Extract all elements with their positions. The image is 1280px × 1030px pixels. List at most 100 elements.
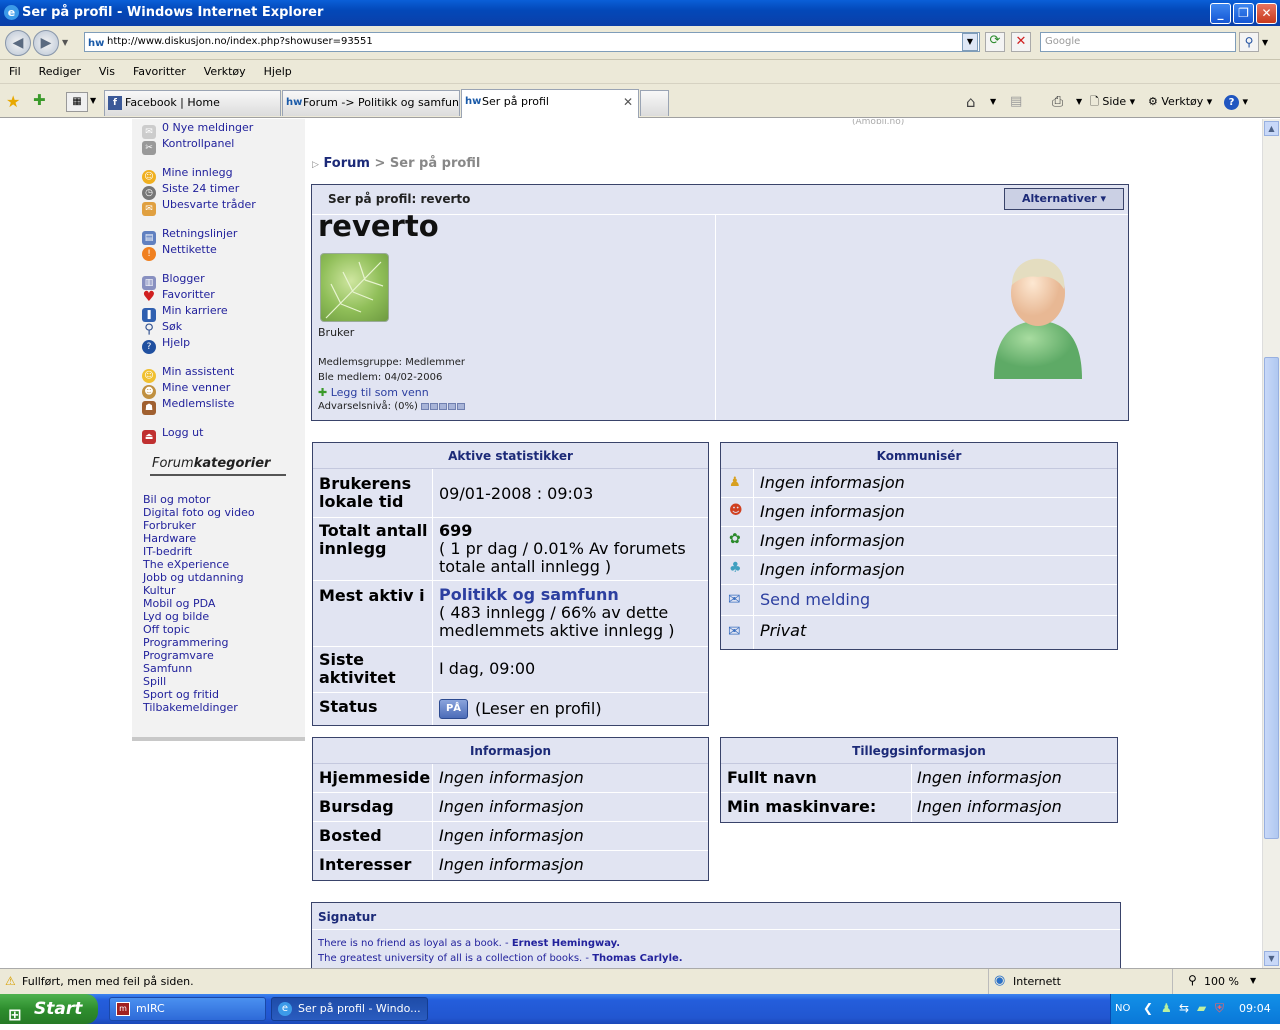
category-link[interactable]: Lyd og bilde (143, 610, 209, 623)
category-link[interactable]: Spill (143, 675, 166, 688)
sidebar-link-help[interactable]: ? Hjelp (142, 335, 190, 354)
feeds-icon[interactable]: ▤ (1010, 90, 1022, 114)
private-message-link[interactable]: Privat (760, 622, 806, 640)
category-link[interactable]: The eXperience (143, 558, 229, 571)
stats-label: Mest aktiv i (319, 586, 425, 605)
new-tab-button[interactable] (640, 90, 669, 116)
sidebar-link-memberlist[interactable]: ☗ Medlemsliste (142, 396, 234, 415)
tab-close-icon[interactable]: ✕ (623, 90, 633, 114)
info-row: Bursdag Ingen informasjon (313, 793, 708, 822)
stats-label: Siste aktivitet (319, 650, 396, 687)
home-icon[interactable]: ⌂ (966, 90, 976, 114)
print-dropdown-icon[interactable]: ▼ (1076, 90, 1082, 114)
stats-row: Siste aktivitet I dag, 09:00 (313, 647, 708, 693)
messenger-icon[interactable]: ♟ (1161, 1001, 1172, 1015)
category-link[interactable]: Digital foto og video (143, 506, 255, 519)
minimize-button[interactable]: _ (1210, 3, 1231, 24)
quick-tabs-icon[interactable]: ▦ (66, 92, 88, 112)
menu-edit[interactable]: Rediger (30, 60, 90, 83)
search-input[interactable]: Google (1040, 32, 1236, 52)
options-button[interactable]: Alternativer ▾ (1004, 188, 1124, 210)
refresh-icon[interactable]: ⟳ (985, 32, 1005, 52)
menu-view[interactable]: Vis (90, 60, 124, 83)
address-input[interactable]: hw http://www.diskusjon.no/index.php?sho… (84, 32, 980, 52)
category-link[interactable]: Off topic (143, 623, 190, 636)
scroll-up-icon[interactable]: ▲ (1264, 121, 1279, 136)
menu-favorites[interactable]: Favoritter (124, 60, 195, 83)
sidebar-link-label: Blogger (162, 272, 205, 285)
tray-expand-icon[interactable]: ❮ (1143, 1001, 1153, 1015)
address-dropdown-icon[interactable]: ▼ (962, 33, 978, 51)
scrollbar-thumb[interactable] (1264, 357, 1279, 839)
stop-icon[interactable]: ✕ (1011, 32, 1031, 52)
category-link[interactable]: Samfunn (143, 662, 192, 675)
search-icon[interactable]: ⚲ (1239, 32, 1259, 52)
zoom-level[interactable]: 100 % (1204, 975, 1239, 988)
sidebar-link-unanswered[interactable]: ✉ Ubesvarte tråder (142, 197, 256, 216)
category-link[interactable]: Hardware (143, 532, 196, 545)
category-link[interactable]: Sport og fritid (143, 688, 219, 701)
scroll-down-icon[interactable]: ▼ (1264, 951, 1279, 966)
sidebar-link-logout[interactable]: ⏏ Logg ut (142, 425, 203, 444)
add-favorite-icon[interactable]: ✚ (33, 91, 46, 109)
info-value: Ingen informasjon (439, 855, 584, 874)
category-link[interactable]: Kultur (143, 584, 176, 597)
menu-help[interactable]: Hjelp (255, 60, 301, 83)
clock[interactable]: 09:04 (1239, 1002, 1271, 1015)
back-button[interactable]: ◀ (5, 30, 31, 56)
page-menu[interactable]: 🗋 Side ▾ (1090, 90, 1135, 114)
forward-button[interactable]: ▶ (33, 30, 59, 56)
close-button[interactable]: ✕ (1256, 3, 1277, 24)
most-active-forum-link[interactable]: Politikk og samfunn (439, 586, 619, 604)
tab-facebook[interactable]: f Facebook | Home (104, 90, 281, 116)
category-link[interactable]: Jobb og utdanning (143, 571, 244, 584)
category-link[interactable]: Mobil og PDA (143, 597, 215, 610)
category-link[interactable]: IT-bedrift (143, 545, 192, 558)
info-value: Ingen informasjon (439, 826, 584, 845)
menu-file[interactable]: Fil (0, 60, 30, 83)
warning-icon[interactable]: ⚠ (5, 974, 16, 988)
language-indicator[interactable]: NO (1115, 1003, 1130, 1014)
home-dropdown-icon[interactable]: ▼ (990, 90, 996, 114)
print-icon[interactable]: ⎙ (1052, 90, 1063, 114)
communicate-row: ✉ Privat (721, 616, 1117, 649)
help-menu[interactable]: ? ▾ (1224, 90, 1248, 114)
maximize-button[interactable]: ❐ (1233, 3, 1254, 24)
sidebar-link-netiquette[interactable]: ! Nettikette (142, 242, 217, 261)
breadcrumb-forum-link[interactable]: Forum (323, 156, 370, 171)
favorites-star-icon[interactable]: ★ (6, 92, 20, 111)
category-link[interactable]: Programvare (143, 649, 214, 662)
zoom-icon[interactable]: ⚲ (1188, 973, 1197, 987)
taskbar-item-mirc[interactable]: m mIRC (109, 997, 266, 1021)
tab-profile[interactable]: hw Ser på profil ✕ (461, 89, 639, 118)
page-menu-label: Side (1102, 95, 1127, 108)
sidebar-link-label: Logg ut (162, 426, 204, 439)
history-dropdown-icon[interactable]: ▼ (62, 38, 68, 47)
sidebar-link-controlpanel[interactable]: ✂ Kontrollpanel (142, 136, 234, 155)
tab-bar: ★ ✚ ▦ ▼ f Facebook | Home hw Forum -> Poli… (0, 84, 1280, 118)
tray-app-icon[interactable]: ▰ (1197, 1001, 1206, 1015)
search-options-icon[interactable]: ▼ (1262, 38, 1268, 47)
category-link[interactable]: Bil og motor (143, 493, 210, 506)
stats-label: Brukerens lokale tid (319, 474, 412, 511)
menu-tools[interactable]: Verktøy (195, 60, 255, 83)
sidebar-link-label: Hjelp (162, 336, 191, 349)
tab-forum[interactable]: hw Forum -> Politikk og samfunn (282, 90, 460, 116)
extra-info-label: Min maskinvare: (727, 797, 877, 816)
category-link[interactable]: Programmering (143, 636, 228, 649)
vertical-scrollbar[interactable]: ▲ ▼ (1262, 119, 1280, 968)
start-button[interactable]: ⊞ Start (0, 994, 98, 1024)
zoom-dropdown-icon[interactable]: ▼ (1250, 976, 1256, 985)
tab-list-dropdown-icon[interactable]: ▼ (90, 96, 96, 105)
add-friend-link[interactable]: ✚ Legg til som venn (318, 386, 429, 399)
taskbar-item-ie[interactable]: e Ser på profil - Windo... (271, 997, 428, 1021)
stats-panel: Aktive statistikker Brukerens lokale tid… (312, 442, 709, 726)
category-link[interactable]: Forbruker (143, 519, 196, 532)
send-message-link[interactable]: Send melding (760, 591, 870, 609)
tools-menu[interactable]: ⚙ Verktøy ▾ (1148, 90, 1212, 114)
signature-panel: Signatur There is no friend as loyal as … (311, 902, 1121, 968)
network-icon[interactable]: ⇆ (1179, 1001, 1189, 1015)
category-link[interactable]: Tilbakemeldinger (143, 701, 238, 714)
security-shield-icon[interactable]: ⛨ (1215, 1001, 1224, 1016)
sidebar-link-favorites[interactable]: ♥ Favoritter (142, 287, 215, 304)
